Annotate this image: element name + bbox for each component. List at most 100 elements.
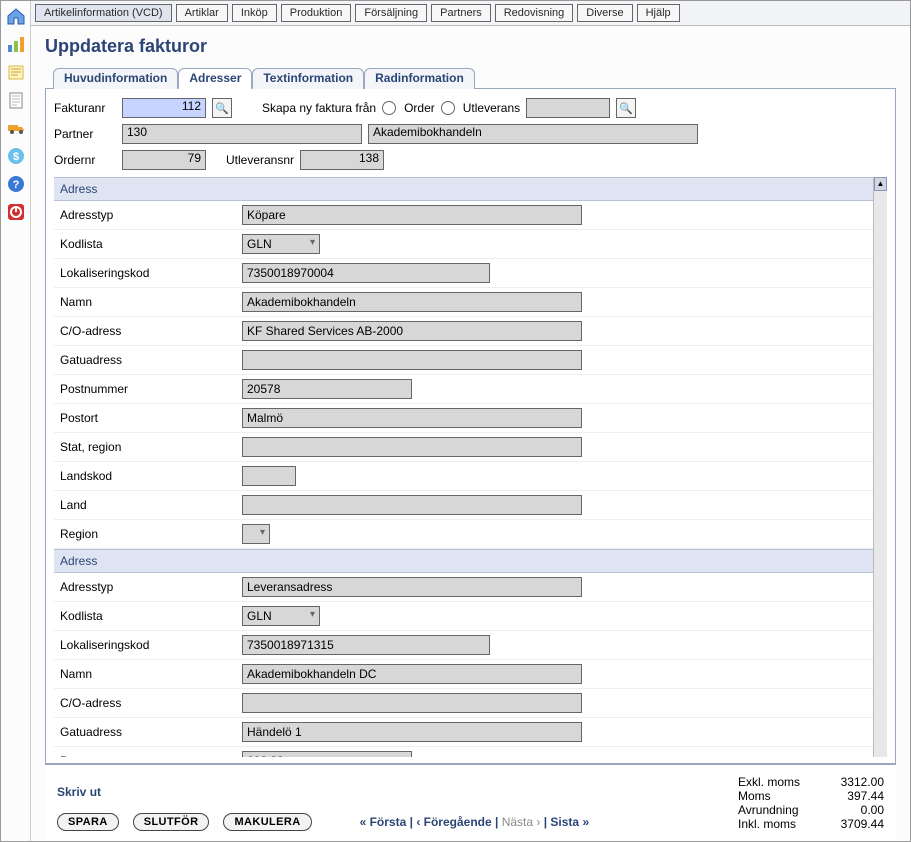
order-label: Order (404, 101, 435, 115)
scroll-up-icon[interactable]: ▲ (874, 177, 887, 191)
sidebar: $ ? (1, 1, 31, 841)
chart-icon[interactable] (5, 33, 27, 55)
nav-prev[interactable]: ‹ Föregående (416, 815, 491, 829)
landskod-label: Landskod (60, 469, 242, 483)
complete-button[interactable]: SLUTFÖR (133, 813, 210, 831)
tab-huvudinformation[interactable]: Huvudinformation (53, 68, 178, 89)
gatuadr-label: Gatuadress (60, 353, 242, 367)
utleverans-radio[interactable] (441, 101, 455, 115)
addr1-kodlista-select[interactable]: GLN (242, 234, 320, 254)
menu-artiklar[interactable]: Artiklar (176, 4, 228, 22)
nav-first[interactable]: « Första (360, 815, 407, 829)
partner-name-input: Akademibokhandeln (368, 124, 698, 144)
addr1-postnr[interactable]: 20578 (242, 379, 412, 399)
address-scroll-area: Adress AdresstypKöpare KodlistaGLN Lokal… (54, 177, 887, 757)
fakturanr-input[interactable]: 112 (122, 98, 206, 118)
menu-partners[interactable]: Partners (431, 4, 491, 22)
utleveransnr-label: Utleveransnr (226, 153, 294, 167)
avr-label: Avrundning (738, 803, 818, 817)
skapa-label: Skapa ny faktura från (262, 101, 376, 115)
addr2-postnr[interactable]: 602 38 (242, 751, 412, 757)
fakturanr-lookup-icon[interactable]: 🔍 (212, 98, 232, 118)
inkl-value: 3709.44 (828, 817, 884, 831)
order-radio[interactable] (382, 101, 396, 115)
nav-links: « Första | ‹ Föregående | Nästa › | Sist… (360, 815, 590, 829)
document-icon[interactable] (5, 89, 27, 111)
postnr-label: Postnummer (60, 382, 242, 396)
nav-last[interactable]: Sista » (550, 815, 589, 829)
svg-text:?: ? (12, 179, 19, 191)
addr1-namn[interactable]: Akademibokhandeln (242, 292, 582, 312)
skapa-value-input[interactable] (526, 98, 610, 118)
coadr-label: C/O-adress (60, 324, 242, 338)
adresstyp-label-2: Adresstyp (60, 580, 242, 594)
home-icon[interactable] (5, 5, 27, 27)
lokkod-label-2: Lokaliseringskod (60, 638, 242, 652)
addr1-gatuadr[interactable] (242, 350, 582, 370)
addr1-landskod[interactable] (242, 466, 296, 486)
menu-forsaljning[interactable]: Försäljning (355, 4, 427, 22)
tabs: Huvudinformation Adresser Textinformatio… (53, 67, 896, 88)
menu-diverse[interactable]: Diverse (577, 4, 632, 22)
postort-label: Postort (60, 411, 242, 425)
exkl-label: Exkl. moms (738, 775, 818, 789)
top-menu: Artikelinformation (VCD) Artiklar Inköp … (31, 1, 910, 26)
totals: Exkl. moms3312.00 Moms397.44 Avrundning0… (738, 775, 884, 831)
save-button[interactable]: SPARA (57, 813, 119, 831)
addr1-postort[interactable]: Malmö (242, 408, 582, 428)
power-icon[interactable] (5, 201, 27, 223)
address-section-1-header: Adress (54, 177, 873, 201)
addr1-stat[interactable] (242, 437, 582, 457)
inkl-label: Inkl. moms (738, 817, 818, 831)
tab-radinformation[interactable]: Radinformation (364, 68, 475, 89)
content: Uppdatera fakturor Huvudinformation Adre… (31, 26, 910, 841)
coadr-label-2: C/O-adress (60, 696, 242, 710)
main: Artikelinformation (VCD) Artiklar Inköp … (31, 1, 910, 841)
kodlista-label: Kodlista (60, 237, 242, 251)
partner-id-input[interactable]: 130 (122, 124, 362, 144)
footer: Skriv ut SPARA SLUTFÖR MAKULERA « Första… (45, 764, 896, 841)
addr2-coadr[interactable] (242, 693, 582, 713)
utleveransnr-input: 138 (300, 150, 384, 170)
postnr-label-2: Postnummer (60, 754, 242, 757)
truck-icon[interactable] (5, 117, 27, 139)
menu-artikelinfo[interactable]: Artikelinformation (VCD) (35, 4, 172, 22)
help-icon[interactable]: ? (5, 173, 27, 195)
namn-label-2: Namn (60, 667, 242, 681)
menu-hjalp[interactable]: Hjälp (637, 4, 680, 22)
scrollbar[interactable]: ▲ (873, 177, 887, 757)
menu-inkop[interactable]: Inköp (232, 4, 277, 22)
ordernr-input: 79 (122, 150, 206, 170)
addr1-land[interactable] (242, 495, 582, 515)
app-window: $ ? Artikelinformation (VCD) Artiklar In… (0, 0, 911, 842)
menu-redovisning[interactable]: Redovisning (495, 4, 574, 22)
addr1-lokkod[interactable]: 7350018970004 (242, 263, 490, 283)
menu-produktion[interactable]: Produktion (281, 4, 352, 22)
cancel-button[interactable]: MAKULERA (223, 813, 311, 831)
note-icon[interactable] (5, 61, 27, 83)
addr2-lokkod[interactable]: 7350018971315 (242, 635, 490, 655)
lokkod-label: Lokaliseringskod (60, 266, 242, 280)
money-icon[interactable]: $ (5, 145, 27, 167)
moms-label: Moms (738, 789, 818, 803)
tab-textinformation[interactable]: Textinformation (252, 68, 364, 89)
tab-adresser[interactable]: Adresser (178, 68, 252, 89)
svg-text:$: $ (12, 151, 18, 163)
exkl-value: 3312.00 (828, 775, 884, 789)
nav-next: Nästa › (502, 815, 541, 829)
addr2-namn[interactable]: Akademibokhandeln DC (242, 664, 582, 684)
address-section-2-header: Adress (54, 549, 873, 573)
skapa-lookup-icon[interactable]: 🔍 (616, 98, 636, 118)
land-label: Land (60, 498, 242, 512)
addr2-gatuadr[interactable]: Händelö 1 (242, 722, 582, 742)
tab-panel: Fakturanr 112 🔍 Skapa ny faktura från Or… (45, 88, 896, 764)
addr1-coadr[interactable]: KF Shared Services AB-2000 (242, 321, 582, 341)
stat-label: Stat, region (60, 440, 242, 454)
print-link[interactable]: Skriv ut (57, 785, 589, 799)
addr2-kodlista-select[interactable]: GLN (242, 606, 320, 626)
addr1-region-select[interactable] (242, 524, 270, 544)
partner-label: Partner (54, 127, 116, 141)
adresstyp-label: Adresstyp (60, 208, 242, 222)
utleverans-label: Utleverans (463, 101, 520, 115)
region-label: Region (60, 527, 242, 541)
